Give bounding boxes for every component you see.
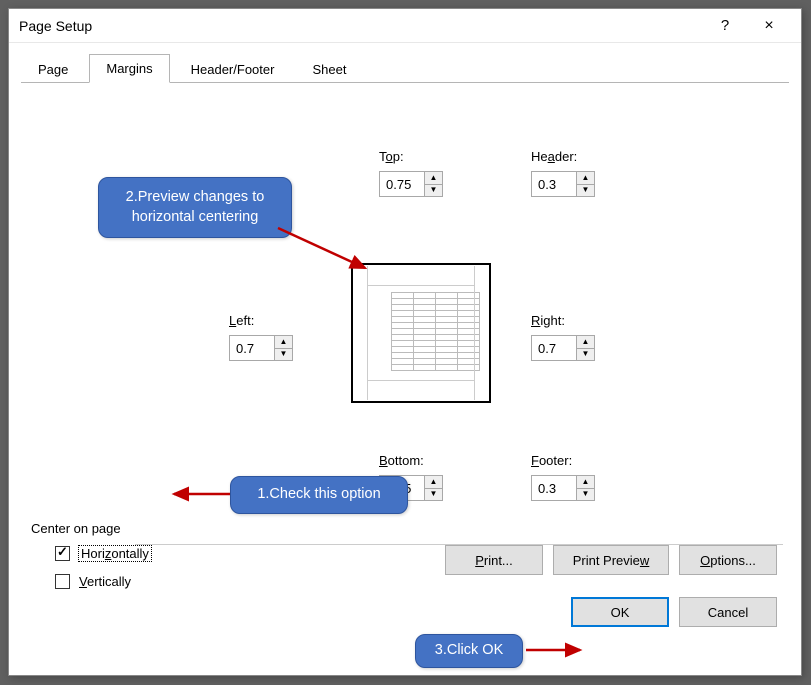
header-input[interactable] (532, 172, 576, 196)
vertically-checkbox[interactable] (55, 574, 70, 589)
spin-down-icon[interactable]: ▼ (577, 185, 594, 197)
callout-1: 1.Check this option (230, 476, 408, 514)
spin-up-icon[interactable]: ▲ (577, 476, 594, 489)
margins-panel: Top: ▲▼ Header: ▲▼ Left: ▲▼ Right: ▲▼ (21, 83, 789, 643)
footer-input[interactable] (532, 476, 576, 500)
header-spinner[interactable]: ▲▼ (531, 171, 595, 197)
spin-down-icon[interactable]: ▼ (425, 185, 442, 197)
spin-down-icon[interactable]: ▼ (577, 349, 594, 361)
close-button[interactable]: × (747, 12, 791, 40)
top-input[interactable] (380, 172, 424, 196)
spin-up-icon[interactable]: ▲ (577, 336, 594, 349)
spin-down-icon[interactable]: ▼ (577, 489, 594, 501)
print-button[interactable]: Print... (445, 545, 543, 575)
page-setup-dialog: Page Setup ? × Page Margins Header/Foote… (8, 8, 802, 676)
header-label: Header: (531, 149, 577, 164)
help-button[interactable]: ? (703, 12, 747, 40)
left-input[interactable] (230, 336, 274, 360)
horizontally-label[interactable]: Horizontally (79, 546, 151, 561)
top-spinner[interactable]: ▲▼ (379, 171, 443, 197)
commit-buttons-row: OK Cancel (571, 597, 777, 627)
options-button[interactable]: Options... (679, 545, 777, 575)
center-on-page-legend: Center on page (31, 521, 121, 536)
top-label: Top: (379, 149, 404, 164)
spin-up-icon[interactable]: ▲ (425, 172, 442, 185)
titlebar: Page Setup ? × (9, 9, 801, 43)
spin-down-icon[interactable]: ▼ (425, 489, 442, 501)
left-spinner[interactable]: ▲▼ (229, 335, 293, 361)
callout-2: 2.Preview changes to horizontal centerin… (98, 177, 292, 238)
dialog-title: Page Setup (19, 18, 703, 34)
spin-up-icon[interactable]: ▲ (425, 476, 442, 489)
right-label: Right: (531, 313, 565, 328)
left-label: Left: (229, 313, 254, 328)
tab-margins[interactable]: Margins (89, 54, 169, 83)
print-preview-button[interactable]: Print Preview (553, 545, 669, 575)
cancel-button[interactable]: Cancel (679, 597, 777, 627)
footer-spinner[interactable]: ▲▼ (531, 475, 595, 501)
vertically-label[interactable]: Vertically (79, 574, 131, 589)
action-buttons-row: Print... Print Preview Options... (445, 545, 777, 575)
bottom-label: Bottom: (379, 453, 424, 468)
footer-label: Footer: (531, 453, 572, 468)
callout-3: 3.Click OK (415, 634, 523, 668)
right-input[interactable] (532, 336, 576, 360)
horizontally-checkbox[interactable] (55, 546, 70, 561)
tab-sheet[interactable]: Sheet (295, 55, 363, 83)
spin-up-icon[interactable]: ▲ (275, 336, 292, 349)
tab-header-footer[interactable]: Header/Footer (174, 55, 292, 83)
spin-up-icon[interactable]: ▲ (577, 172, 594, 185)
dialog-content: Page Margins Header/Footer Sheet Top: ▲▼… (9, 43, 801, 653)
spin-down-icon[interactable]: ▼ (275, 349, 292, 361)
tab-strip: Page Margins Header/Footer Sheet (21, 53, 789, 83)
page-preview (351, 263, 491, 403)
tab-page[interactable]: Page (21, 55, 85, 83)
ok-button[interactable]: OK (571, 597, 669, 627)
right-spinner[interactable]: ▲▼ (531, 335, 595, 361)
